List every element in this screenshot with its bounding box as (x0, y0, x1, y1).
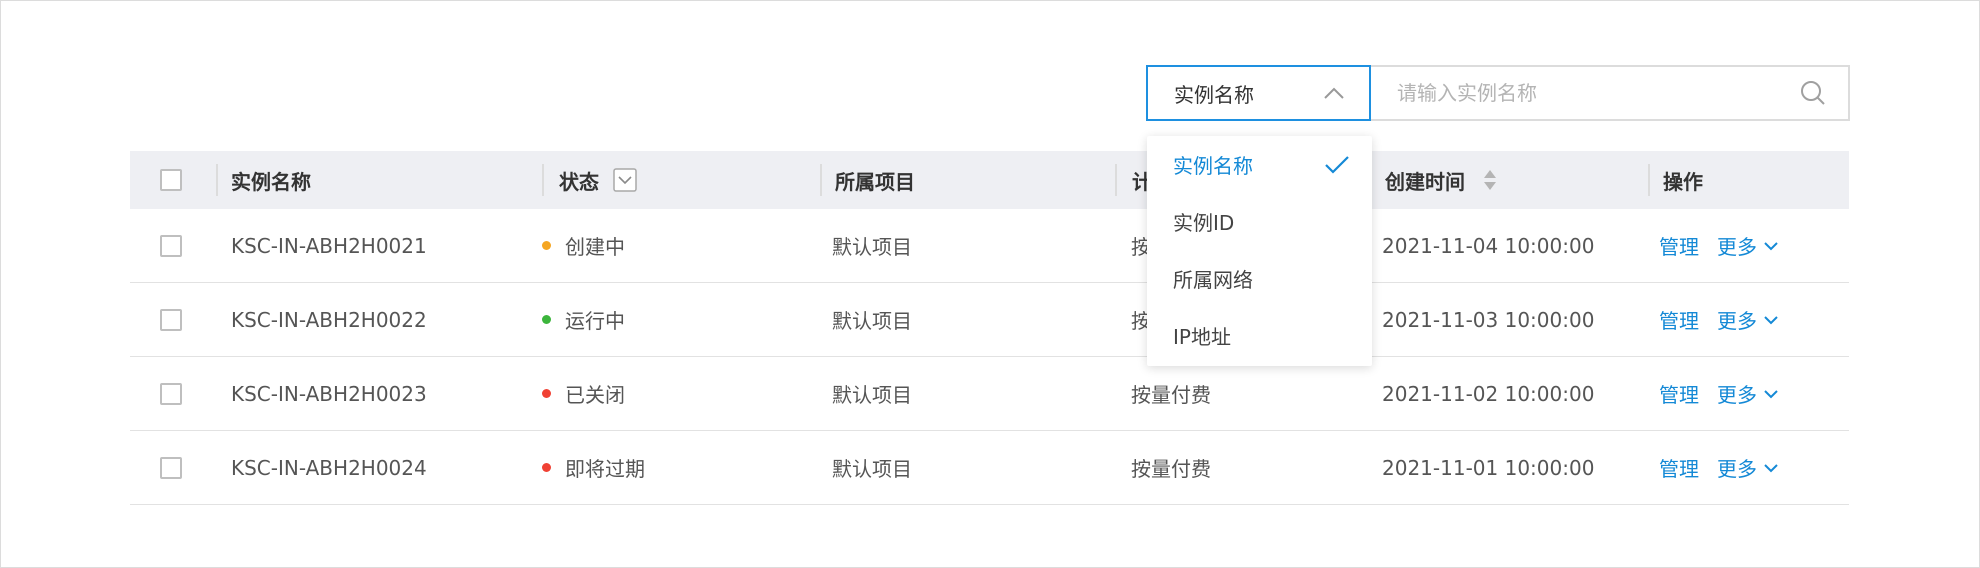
table-row: KSC-IN-ABH2H0024 即将过期 默认项目 按量付费 2021-11-… (130, 431, 1849, 505)
table-body: KSC-IN-ABH2H0021 创建中 默认项目 按 2021-11-04 1… (130, 209, 1849, 505)
row-checkbox[interactable] (160, 383, 182, 405)
status-text: 已关闭 (565, 379, 625, 408)
more-actions-button[interactable]: 更多 (1717, 231, 1779, 260)
chevron-down-icon (1763, 314, 1779, 326)
header-select-all (160, 169, 182, 191)
manage-link[interactable]: 管理 (1659, 231, 1699, 260)
chevron-down-icon (1763, 462, 1779, 474)
instance-table: 实例名称 状态 所属项目 计 创建时间 (130, 151, 1849, 505)
header-created-label: 创建时间 (1385, 166, 1465, 195)
column-divider (1648, 164, 1650, 196)
search-field-select-value: 实例名称 (1174, 79, 1254, 108)
instance-name: KSC-IN-ABH2H0021 (231, 234, 427, 258)
header-actions-label: 操作 (1663, 166, 1703, 195)
more-actions-button[interactable]: 更多 (1717, 305, 1779, 334)
dropdown-option-label: 所属网络 (1173, 264, 1253, 293)
dropdown-option-label: 实例ID (1173, 207, 1234, 236)
billing-text: 按量付费 (1131, 453, 1211, 482)
search-bar: 实例名称 (1146, 65, 1850, 121)
created-time: 2021-11-01 10:00:00 (1382, 456, 1594, 480)
status-text: 即将过期 (565, 453, 645, 482)
select-all-checkbox[interactable] (160, 169, 182, 191)
billing-text: 按量付费 (1131, 379, 1211, 408)
manage-link[interactable]: 管理 (1659, 453, 1699, 482)
chevron-down-icon (1763, 388, 1779, 400)
table-header: 实例名称 状态 所属项目 计 创建时间 (130, 151, 1849, 209)
chevron-down-icon (1763, 240, 1779, 252)
status-text: 创建中 (565, 231, 625, 260)
table-row: KSC-IN-ABH2H0021 创建中 默认项目 按 2021-11-04 1… (130, 209, 1849, 283)
column-divider (542, 164, 544, 196)
search-input-wrapper (1371, 65, 1850, 121)
instance-name: KSC-IN-ABH2H0023 (231, 382, 427, 406)
created-time: 2021-11-02 10:00:00 (1382, 382, 1594, 406)
dropdown-option-ip[interactable]: IP地址 (1147, 307, 1372, 364)
search-input[interactable] (1395, 80, 1800, 106)
created-time: 2021-11-04 10:00:00 (1382, 234, 1594, 258)
more-actions-button[interactable]: 更多 (1717, 379, 1779, 408)
manage-link[interactable]: 管理 (1659, 305, 1699, 334)
header-created: 创建时间 (1385, 166, 1497, 195)
header-name: 实例名称 (231, 166, 311, 195)
more-label: 更多 (1717, 379, 1757, 408)
check-icon (1324, 155, 1350, 175)
manage-link[interactable]: 管理 (1659, 379, 1699, 408)
column-divider (820, 164, 822, 196)
project-text: 默认项目 (832, 453, 912, 482)
status-dot (542, 241, 551, 250)
project-text: 默认项目 (832, 305, 912, 334)
column-divider (1115, 164, 1117, 196)
chevron-up-icon (1323, 86, 1345, 100)
header-project-label: 所属项目 (835, 166, 915, 195)
created-time: 2021-11-03 10:00:00 (1382, 308, 1594, 332)
more-actions-button[interactable]: 更多 (1717, 453, 1779, 482)
header-status-label: 状态 (559, 166, 599, 195)
status-dot (542, 315, 551, 324)
dropdown-option-label: 实例名称 (1173, 150, 1253, 179)
dropdown-option-instance-id[interactable]: 实例ID (1147, 193, 1372, 250)
table-row: KSC-IN-ABH2H0023 已关闭 默认项目 按量付费 2021-11-0… (130, 357, 1849, 431)
column-divider (216, 164, 218, 196)
project-text: 默认项目 (832, 379, 912, 408)
status-text: 运行中 (565, 305, 625, 334)
sort-icon[interactable] (1483, 167, 1497, 193)
header-name-label: 实例名称 (231, 166, 311, 195)
more-label: 更多 (1717, 231, 1757, 260)
status-dot (542, 463, 551, 472)
instance-name: KSC-IN-ABH2H0024 (231, 456, 427, 480)
dropdown-option-network[interactable]: 所属网络 (1147, 250, 1372, 307)
row-checkbox[interactable] (160, 457, 182, 479)
header-project: 所属项目 (835, 166, 915, 195)
page-frame: 实例名称 实例名称 状态 (0, 0, 1980, 568)
row-checkbox[interactable] (160, 309, 182, 331)
dropdown-option-label: IP地址 (1173, 321, 1231, 350)
instance-name: KSC-IN-ABH2H0022 (231, 308, 427, 332)
more-label: 更多 (1717, 305, 1757, 334)
status-dot (542, 389, 551, 398)
project-text: 默认项目 (832, 231, 912, 260)
filter-dropdown-icon[interactable] (613, 168, 637, 192)
table-row: KSC-IN-ABH2H0022 运行中 默认项目 按 2021-11-03 1… (130, 283, 1849, 357)
more-label: 更多 (1717, 453, 1757, 482)
search-field-select[interactable]: 实例名称 (1146, 65, 1371, 121)
search-icon[interactable] (1800, 80, 1826, 106)
header-actions: 操作 (1663, 166, 1703, 195)
dropdown-option-instance-name[interactable]: 实例名称 (1147, 136, 1372, 193)
header-status: 状态 (559, 166, 637, 195)
search-field-dropdown: 实例名称 实例ID 所属网络 IP地址 (1147, 136, 1372, 366)
row-checkbox[interactable] (160, 235, 182, 257)
